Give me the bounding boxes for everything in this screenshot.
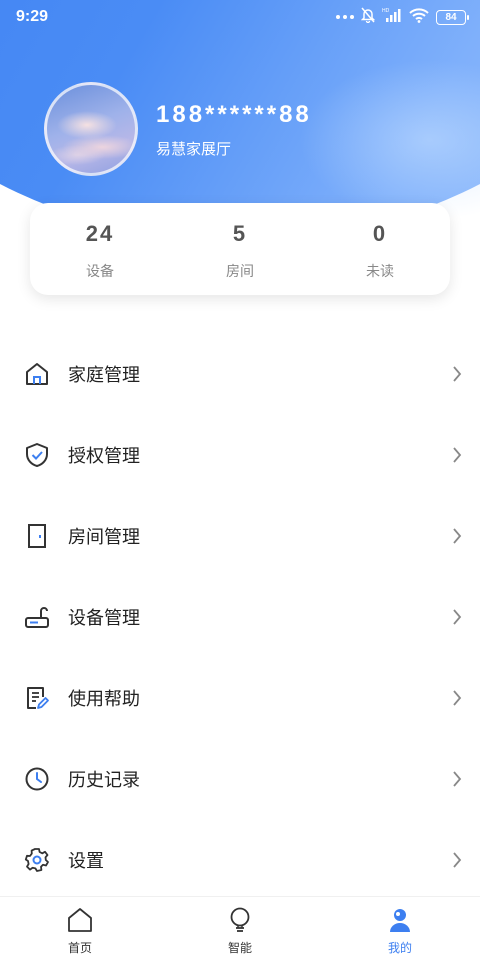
- svg-text:HD: HD: [382, 8, 390, 14]
- menu-label: 房间管理: [68, 526, 140, 548]
- home-name[interactable]: 易慧家展厅: [156, 138, 231, 159]
- nav-mine[interactable]: 我的: [320, 897, 480, 960]
- menu-item-settings[interactable]: 设置: [0, 819, 480, 900]
- bottom-nav: 首页 智能 我的: [0, 896, 480, 960]
- stat-unread[interactable]: 0 未读: [310, 203, 450, 295]
- signal-icon: HD: [382, 7, 402, 28]
- chevron-right-icon: [450, 446, 464, 464]
- menu-item-authorization[interactable]: 授权管理: [0, 414, 480, 495]
- chevron-right-icon: [450, 851, 464, 869]
- stat-value: 5: [232, 221, 248, 246]
- status-bar: 9:29 HD 84: [0, 0, 480, 34]
- stat-label: 未读: [366, 264, 394, 280]
- nav-label: 首页: [67, 941, 92, 955]
- menu-item-family[interactable]: 家庭管理: [0, 333, 480, 414]
- settings-menu: 家庭管理 授权管理 房间管理 设备管理 使用帮助 历史记录 设置: [0, 333, 480, 900]
- stat-rooms[interactable]: 5 房间: [170, 203, 310, 295]
- nav-label: 我的: [387, 941, 412, 955]
- stat-value: 0: [372, 221, 388, 246]
- menu-label: 家庭管理: [68, 364, 140, 386]
- nav-home[interactable]: 首页: [0, 897, 160, 960]
- stat-label: 设备: [86, 264, 114, 280]
- avatar[interactable]: [44, 82, 138, 176]
- router-icon: [23, 603, 51, 631]
- gear-icon: [23, 846, 51, 874]
- menu-item-history[interactable]: 历史记录: [0, 738, 480, 819]
- stats-card: 24 设备 5 房间 0 未读: [30, 203, 450, 295]
- stat-label: 房间: [226, 264, 254, 280]
- profile-icon: [385, 905, 415, 935]
- nav-smart[interactable]: 智能: [160, 897, 320, 960]
- door-icon: [23, 522, 51, 550]
- status-time: 9:29: [16, 8, 49, 25]
- more-dots-icon: [336, 15, 354, 19]
- menu-item-rooms[interactable]: 房间管理: [0, 495, 480, 576]
- stat-devices[interactable]: 24 设备: [30, 203, 170, 295]
- chevron-right-icon: [450, 770, 464, 788]
- shield-check-icon: [23, 441, 51, 469]
- mute-bell-icon: [360, 7, 376, 28]
- bulb-icon: [225, 905, 255, 935]
- battery-icon: 84: [436, 9, 469, 25]
- menu-label: 历史记录: [68, 769, 140, 791]
- chevron-right-icon: [450, 608, 464, 626]
- document-edit-icon: [23, 684, 51, 712]
- clock-icon: [23, 765, 51, 793]
- chevron-right-icon: [450, 527, 464, 545]
- wifi-icon: [409, 7, 429, 28]
- user-phone[interactable]: 188******88: [156, 101, 312, 129]
- home-icon: [23, 360, 51, 388]
- menu-item-help[interactable]: 使用帮助: [0, 657, 480, 738]
- home-icon: [65, 905, 95, 935]
- menu-label: 设置: [68, 850, 104, 872]
- chevron-right-icon: [450, 689, 464, 707]
- menu-label: 使用帮助: [68, 688, 140, 710]
- stat-value: 24: [85, 221, 115, 246]
- nav-label: 智能: [227, 941, 252, 955]
- status-icons: HD 84: [336, 7, 469, 28]
- menu-label: 设备管理: [68, 607, 140, 629]
- menu-label: 授权管理: [68, 445, 140, 467]
- chevron-right-icon: [450, 365, 464, 383]
- menu-item-devices[interactable]: 设备管理: [0, 576, 480, 657]
